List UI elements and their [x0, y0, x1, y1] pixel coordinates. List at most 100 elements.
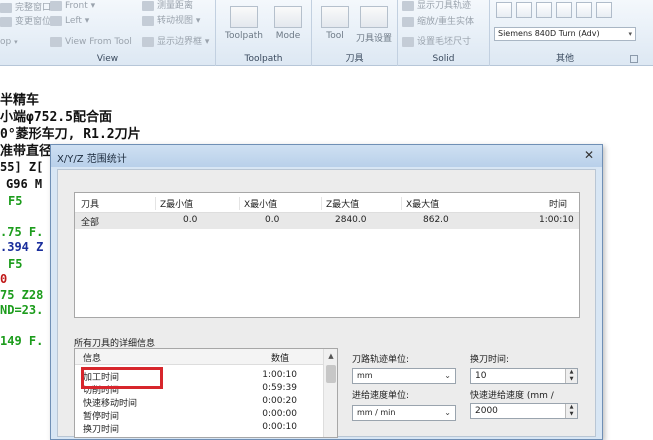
details-table[interactable]: 信息 数值 加工时间 1:00:10 切削时间 0:59:39 快速移动时间 0… — [74, 348, 338, 438]
rescale-solid-item[interactable]: 缩放/重生实体 — [402, 16, 474, 28]
code-line: 75 Z28 — [0, 288, 44, 302]
highlight-annotation-box — [81, 367, 163, 389]
measure-distance-button[interactable]: 测量距离 — [142, 0, 193, 12]
controller-select[interactable]: Siemens 840D Turn (Adv) ▾ — [494, 27, 636, 41]
rapid-feed-label: 快速进给速度 (mm / — [470, 391, 554, 401]
chevron-down-icon: ⌄ — [444, 371, 451, 380]
path-unit-label: 刀路轨迹单位: — [352, 355, 410, 365]
cell-z-max: 2840.0 — [335, 215, 367, 225]
col-header-z-min[interactable]: Z最小值 — [155, 197, 193, 210]
code-line: 0°菱形车刀, R1.2刀片 — [0, 127, 141, 142]
table-row[interactable]: 全部 0.0 0.0 2840.0 862.0 1:00:10 — [75, 213, 579, 229]
dialog-titlebar[interactable]: X/Y/Z 范围统计 ✕ — [51, 145, 602, 167]
dialog-title: X/Y/Z 范围统计 — [57, 154, 127, 165]
misc-toolbar-icon-4[interactable] — [556, 2, 572, 18]
rapid-feed-input[interactable]: 2000 ▲ ▼ — [470, 403, 578, 419]
code-line: F5 — [8, 194, 23, 208]
cell-tool: 全部 — [81, 218, 100, 228]
misc-toolbar-icon-2[interactable] — [516, 2, 532, 18]
scroll-up-icon[interactable]: ▲ — [326, 351, 336, 361]
scroll-thumb[interactable] — [326, 365, 336, 383]
col-header-value[interactable]: 数值 — [271, 351, 289, 364]
ribbon-solid-caption: Solid — [432, 54, 455, 64]
col-header-info[interactable]: 信息 — [83, 351, 101, 364]
dialog-body: 刀具 Z最小值 X最小值 Z最大值 X最大值 时间 全部 0.0 0.0 284… — [57, 169, 596, 438]
ribbon-view-item-3[interactable]: op ▾ — [0, 36, 18, 48]
detail-value: 0:00:10 — [262, 422, 297, 432]
view-from-tool-button[interactable]: View From Tool — [50, 36, 132, 48]
mode-icon — [274, 6, 302, 28]
close-icon[interactable]: ✕ — [582, 148, 596, 162]
toolpath-button[interactable]: Toolpath — [224, 6, 264, 41]
ribbon-tool-caption: 刀具 — [345, 54, 364, 64]
tool-button[interactable]: Tool — [318, 6, 352, 41]
detail-value: 1:00:10 — [262, 370, 297, 380]
summary-table-header: 刀具 Z最小值 X最小值 Z最大值 X最大值 时间 — [75, 193, 579, 213]
col-header-z-max[interactable]: Z最大值 — [321, 197, 359, 210]
view-left-button[interactable]: Left ▾ — [50, 15, 89, 27]
show-tool-path-item[interactable]: 显示刀具轨迹 — [402, 0, 471, 12]
col-header-x-min[interactable]: X最小值 — [239, 197, 277, 210]
ribbon-group-solid: 显示刀具轨迹 缩放/重生实体 设置毛坯尺寸 Solid — [398, 0, 490, 66]
tool-icon — [321, 6, 349, 28]
list-item[interactable]: 暂停时间 0:00:00 — [75, 408, 323, 422]
summary-table[interactable]: 刀具 Z最小值 X最小值 Z最大值 X最大值 时间 全部 0.0 0.0 284… — [74, 192, 580, 318]
rotate-view-button[interactable]: 转动视图 ▾ — [142, 15, 200, 27]
detail-value: 0:00:00 — [262, 409, 297, 419]
view-front-button[interactable]: Front ▾ — [50, 0, 95, 12]
code-line: G96 M — [6, 177, 43, 191]
tool-settings-button[interactable]: 刀具设置 — [354, 6, 394, 44]
toolpath-icon — [230, 6, 258, 28]
misc-toolbar-icon-5[interactable] — [576, 2, 592, 18]
misc-toolbar-icon-1[interactable] — [496, 2, 512, 18]
chevron-down-icon: ⌄ — [444, 408, 451, 417]
mode-button[interactable]: Mode — [270, 6, 306, 41]
cell-x-min: 0.0 — [265, 215, 280, 225]
col-header-time[interactable]: 时间 — [549, 197, 567, 210]
feed-unit-select[interactable]: mm / min ⌄ — [352, 405, 456, 421]
ribbon-view-caption: View — [96, 54, 119, 64]
details-table-header: 信息 数值 — [75, 349, 323, 365]
ribbon: 完整窗口 变更窗位 op ▾ Front ▾ Left ▾ View From … — [0, 0, 653, 66]
code-line: 149 F. — [0, 334, 44, 348]
code-line: 半精车 — [0, 93, 40, 108]
details-scrollbar[interactable]: ▲ — [323, 349, 337, 437]
tool-change-input[interactable]: 10 ▲ ▼ — [470, 368, 578, 384]
col-header-x-max[interactable]: X最大值 — [401, 197, 439, 210]
misc-toolbar-icon-6[interactable] — [596, 2, 612, 18]
list-item[interactable]: 换刀时间 0:00:10 — [75, 421, 323, 435]
misc-toolbar-icon-3[interactable] — [536, 2, 552, 18]
feed-unit-label: 进给速度单位: — [352, 391, 410, 401]
col-header-tool[interactable]: 刀具 — [81, 197, 99, 210]
code-line: .394 Z — [0, 240, 44, 254]
cell-x-max: 862.0 — [423, 215, 449, 225]
ribbon-view-item-2[interactable]: 变更窗位 — [0, 16, 51, 28]
code-line: 准带直径 — [0, 144, 53, 159]
code-line: .75 F. — [0, 225, 44, 239]
ribbon-group-misc: Siemens 840D Turn (Adv) ▾ 其他 — [490, 0, 640, 66]
ribbon-view-item-1[interactable]: 完整窗口 — [0, 2, 51, 14]
ribbon-group-view: 完整窗口 变更窗位 op ▾ Front ▾ Left ▾ View From … — [0, 0, 216, 66]
detail-value: 0:00:20 — [262, 396, 297, 406]
ribbon-group-tool: Tool 刀具设置 刀具 — [312, 0, 398, 66]
list-item[interactable]: 快速移动时间 0:00:20 — [75, 395, 323, 409]
stepper-icon[interactable]: ▲ ▼ — [565, 369, 577, 383]
code-line: 55] Z[ — [0, 160, 44, 174]
detail-value: 0:59:39 — [262, 383, 297, 393]
code-line: 小端φ752.5配合面 — [0, 110, 112, 125]
group-launcher-icon[interactable] — [630, 55, 638, 63]
ribbon-toolpath-caption: Toolpath — [244, 54, 283, 64]
stepper-icon[interactable]: ▲ ▼ — [565, 404, 577, 418]
cell-z-min: 0.0 — [183, 215, 198, 225]
show-bounding-box-button[interactable]: 显示边界框 ▾ — [142, 36, 209, 48]
tool-change-label: 换刀时间: — [470, 355, 510, 365]
ribbon-group-toolpath: Toolpath Mode Toolpath — [216, 0, 312, 66]
set-stock-size-item[interactable]: 设置毛坯尺寸 — [402, 36, 471, 48]
detail-name: 换刀时间 — [83, 425, 120, 435]
cell-time: 1:00:10 — [539, 215, 574, 225]
code-line: ND=23. — [0, 303, 44, 317]
tool-settings-icon — [360, 6, 388, 28]
path-unit-select[interactable]: mm ⌄ — [352, 368, 456, 384]
code-line: F5 — [8, 257, 23, 271]
ribbon-misc-caption: 其他 — [555, 54, 574, 64]
